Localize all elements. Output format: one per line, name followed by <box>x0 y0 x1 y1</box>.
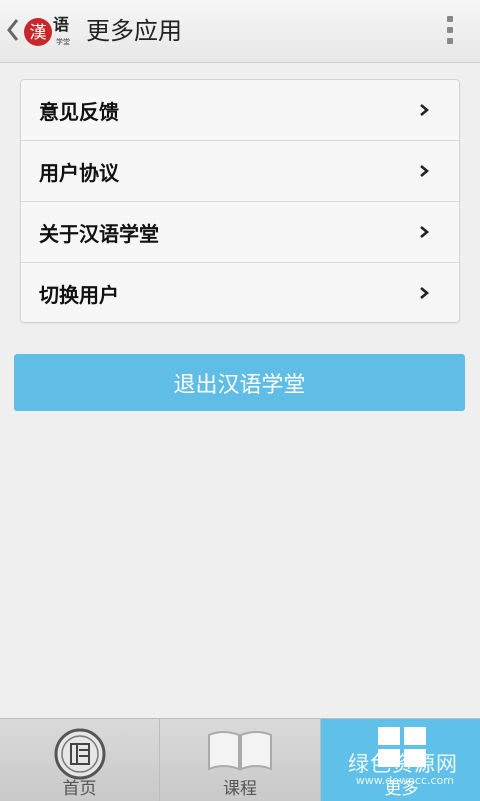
chevron-right-icon <box>420 104 430 116</box>
list-item-switch-user[interactable]: 切换用户 <box>21 263 459 323</box>
tab-courses[interactable]: 课程 <box>160 719 321 801</box>
chevron-right-icon <box>420 287 430 299</box>
logo-main-char: 漢 <box>30 23 47 43</box>
list-item-label: 切换用户 <box>39 282 119 307</box>
back-chevron-icon[interactable] <box>6 16 20 44</box>
watermark-url: www.downcc.com <box>355 774 454 787</box>
settings-list: 意见反馈 用户协议 关于汉语学堂 切换用户 <box>20 79 460 323</box>
tab-label: 课程 <box>223 779 257 799</box>
list-item-label: 意见反馈 <box>39 99 119 124</box>
list-item-label: 用户协议 <box>39 160 119 185</box>
tab-label: 首页 <box>62 779 97 799</box>
list-item-about[interactable]: 关于汉语学堂 <box>21 202 459 263</box>
home-icon <box>54 728 105 780</box>
app-logo[interactable]: 漢 语 学堂 <box>24 10 76 52</box>
logo-small-text: 学堂 <box>56 37 70 46</box>
logout-button[interactable]: 退出汉语学堂 <box>14 354 465 411</box>
list-item-label: 关于汉语学堂 <box>39 221 159 246</box>
action-bar: 漢 语 学堂 更多应用 <box>0 0 480 63</box>
list-item-user-agreement[interactable]: 用户协议 <box>21 141 459 202</box>
chevron-right-icon <box>420 165 430 177</box>
logo-side-char: 语 <box>53 15 69 34</box>
chevron-right-icon <box>420 226 430 238</box>
page-title: 更多应用 <box>86 17 182 45</box>
book-icon <box>208 731 272 771</box>
tab-home[interactable]: 首页 <box>0 719 160 801</box>
list-item-feedback[interactable]: 意见反馈 <box>21 80 459 141</box>
overflow-menu-icon[interactable] <box>446 16 454 44</box>
